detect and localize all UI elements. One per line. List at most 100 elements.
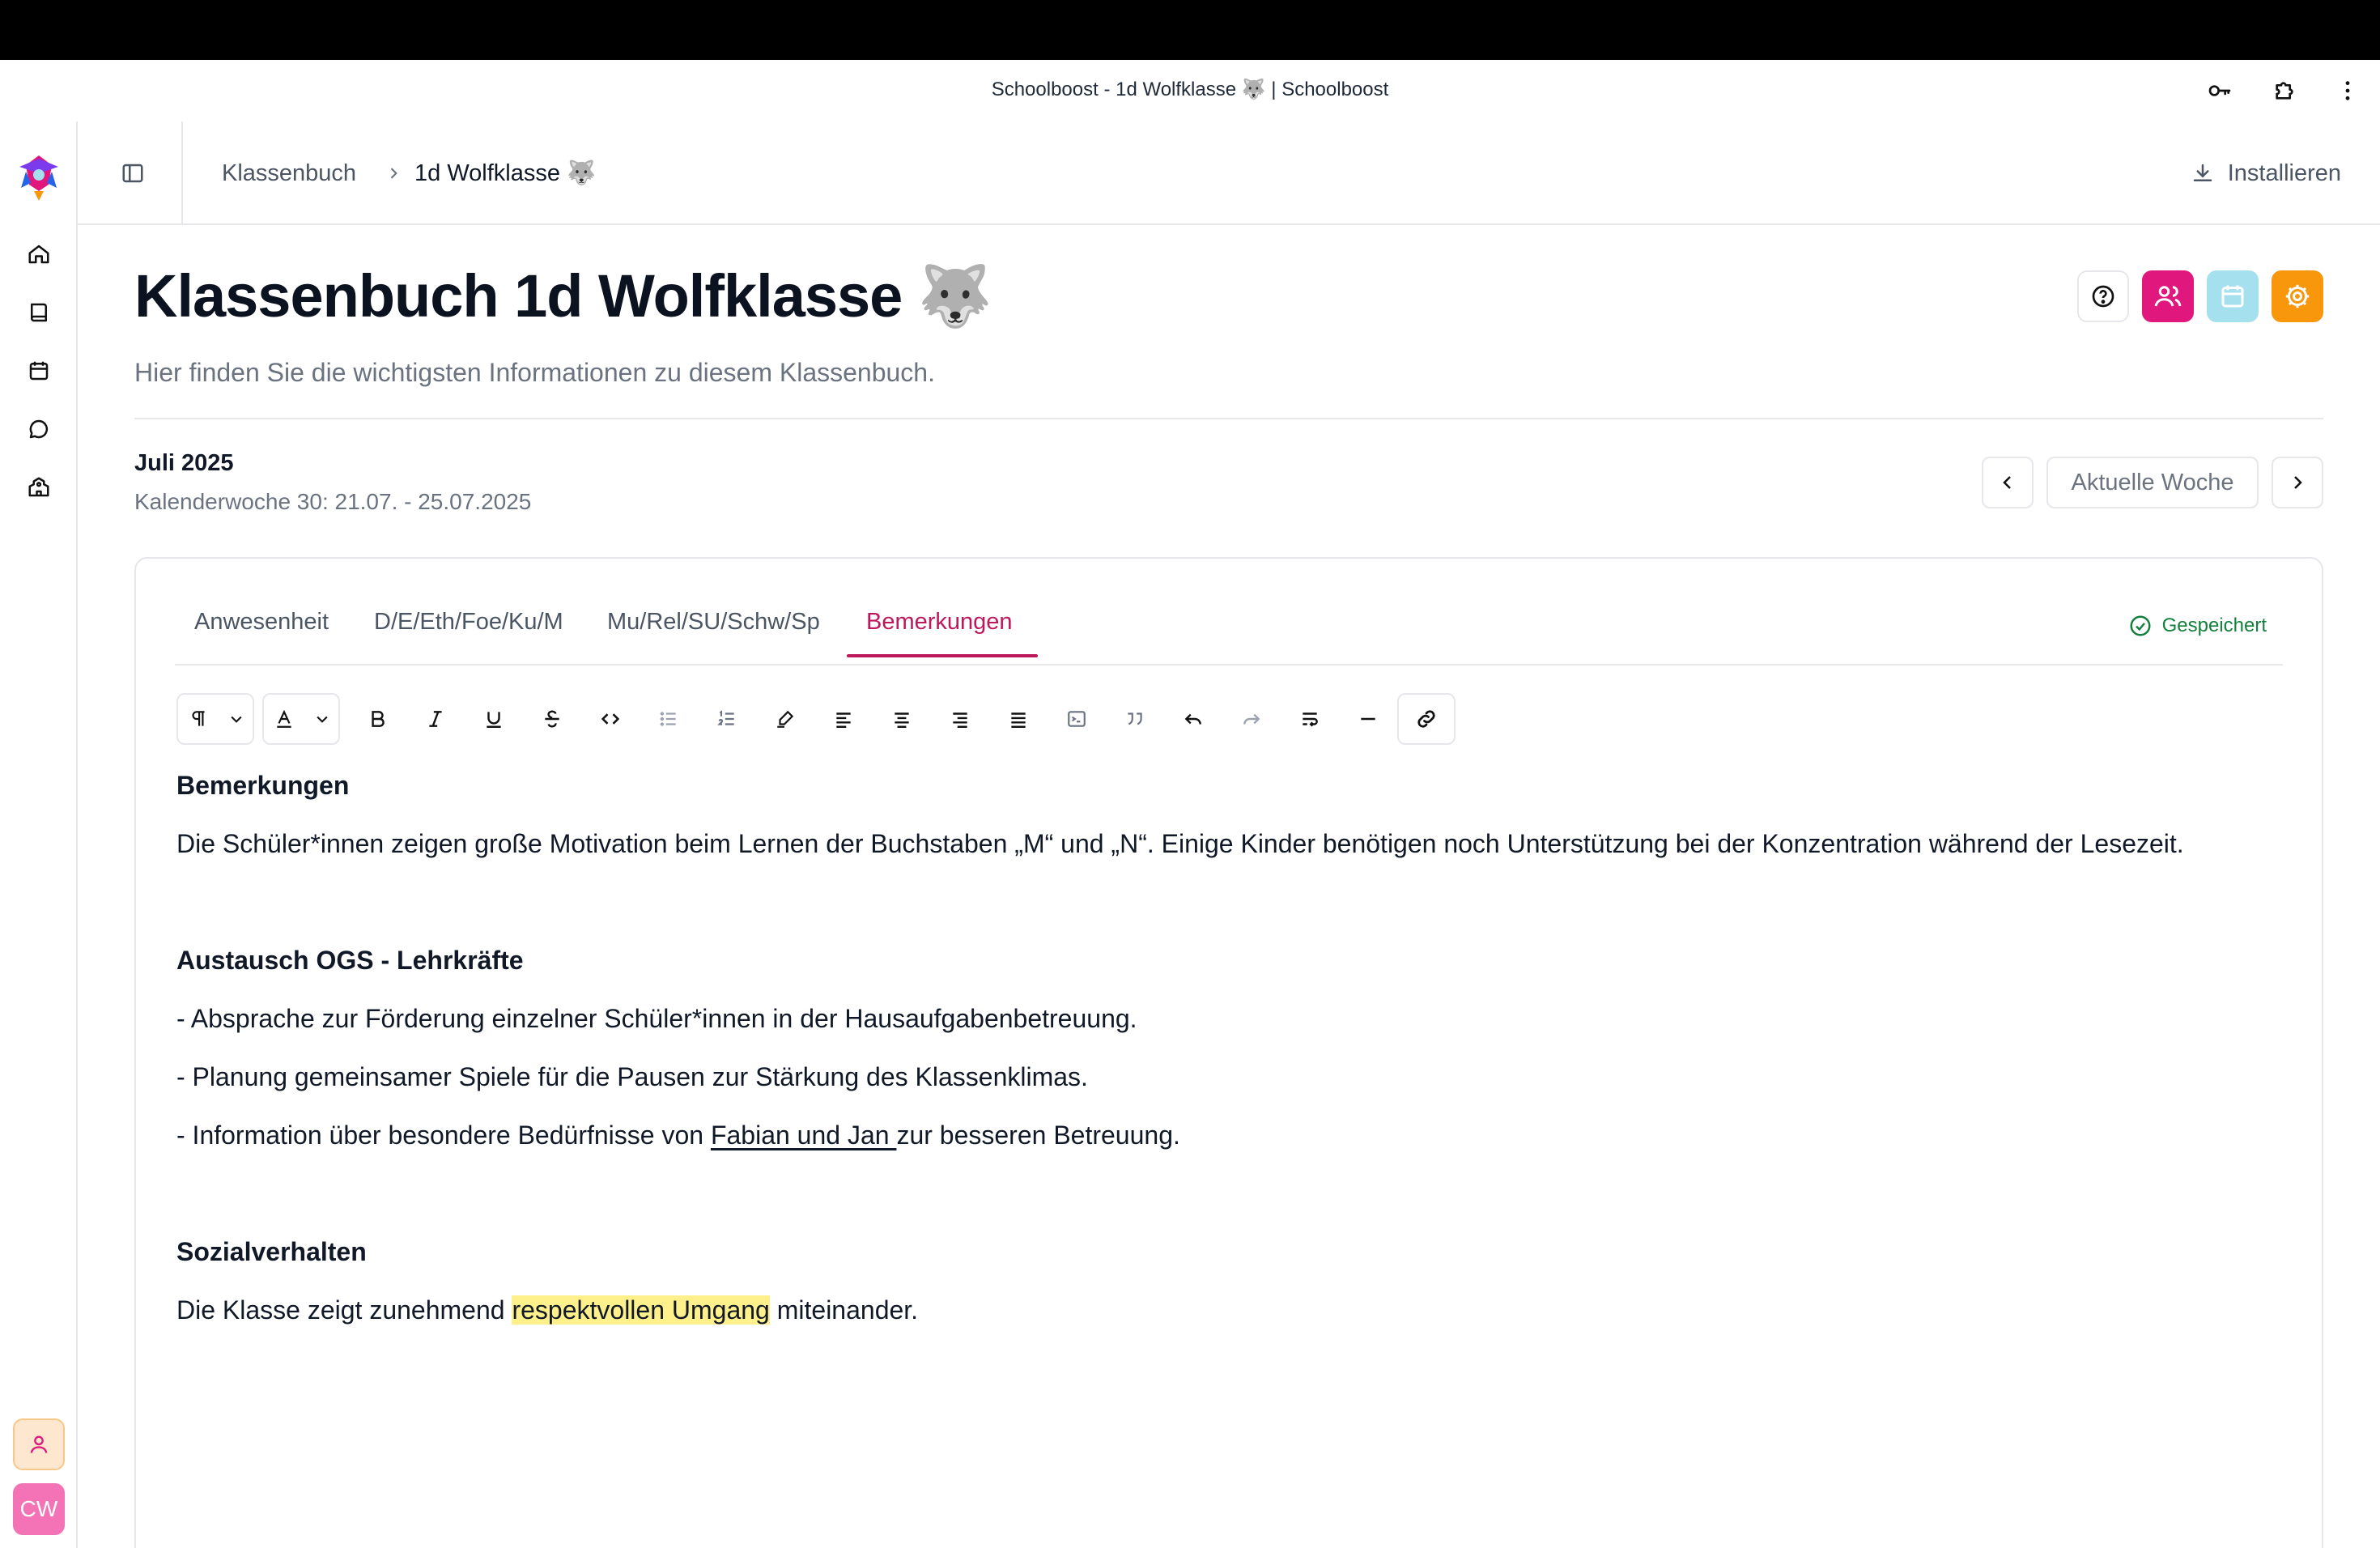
ordered-list-button[interactable] — [708, 700, 746, 738]
heading-remarks: Bemerkungen — [176, 771, 350, 800]
sidebar-item-classbook[interactable] — [23, 296, 55, 329]
sidebar-item-calendar[interactable] — [23, 355, 55, 387]
check-circle-icon — [2128, 614, 2153, 638]
bullet-list-icon — [658, 708, 679, 729]
chevron-down-icon — [228, 711, 244, 727]
install-button[interactable]: Installieren — [2191, 154, 2341, 193]
code-button[interactable] — [591, 700, 630, 738]
paragraph-social: Die Klasse zeigt zunehmend respektvollen… — [176, 1291, 2281, 1329]
key-icon[interactable] — [2204, 74, 2236, 107]
tabs-divider — [175, 664, 2283, 666]
redo-icon — [1241, 708, 1262, 729]
highlight-button[interactable] — [766, 700, 805, 738]
chevron-right-icon — [380, 160, 406, 186]
avatar[interactable]: CW — [13, 1483, 65, 1535]
paragraph-style-select[interactable] — [176, 693, 254, 745]
paragraph-icon — [188, 708, 209, 729]
sidebar-toggle-button[interactable] — [117, 157, 149, 189]
breadcrumb-current: 1d Wolfklasse 🐺 — [414, 160, 597, 186]
sidebar-item-messages[interactable] — [23, 413, 55, 445]
next-week-button[interactable] — [2272, 457, 2323, 508]
heading-ogs-exchange: Austausch OGS - Lehrkräfte — [176, 946, 524, 975]
tab-remarks[interactable]: Bemerkungen — [866, 602, 1013, 641]
sidebar-item-school[interactable] — [23, 471, 55, 504]
month-label: Juli 2025 — [134, 450, 234, 476]
undo-button[interactable] — [1174, 700, 1213, 738]
notes-card: Anwesenheit D/E/Eth/Foe/Ku/M Mu/Rel/SU/S… — [134, 557, 2323, 1548]
underline-icon — [483, 708, 504, 729]
chevron-down-icon — [314, 711, 330, 727]
align-center-icon — [891, 708, 912, 729]
align-left-button[interactable] — [824, 700, 863, 738]
help-button[interactable] — [2077, 270, 2129, 322]
link-button[interactable] — [1397, 693, 1456, 745]
redo-button[interactable] — [1232, 700, 1271, 738]
align-left-icon — [833, 708, 854, 729]
bold-button[interactable] — [358, 700, 397, 738]
current-week-button[interactable]: Aktuelle Woche — [2046, 457, 2259, 508]
italic-button[interactable] — [416, 700, 455, 738]
school-icon — [27, 475, 51, 500]
app-logo[interactable] — [16, 152, 62, 202]
code-block-button[interactable] — [1057, 700, 1096, 738]
align-center-button[interactable] — [882, 700, 921, 738]
strikethrough-icon — [542, 708, 563, 729]
sidebar: CW — [0, 121, 78, 1548]
tab-subjects-2[interactable]: Mu/Rel/SU/Schw/Sp — [607, 602, 820, 641]
page-title: Klassenbuch 1d Wolfklasse 🐺 — [134, 262, 992, 330]
calendar-button[interactable] — [2207, 270, 2259, 322]
quote-icon — [1124, 708, 1145, 729]
align-right-icon — [950, 708, 971, 729]
wrap-icon — [1299, 708, 1320, 729]
bullet-games: - Planung gemeinsamer Spiele für die Pau… — [176, 1062, 1088, 1091]
rich-text-editor[interactable]: Bemerkungen Die Schüler*innen zeigen gro… — [176, 766, 2281, 1329]
students-button[interactable] — [2142, 270, 2194, 322]
window-title: Schoolboost - 1d Wolfklasse 🐺 | Schoolbo… — [991, 79, 1389, 100]
profile-button[interactable] — [13, 1418, 65, 1470]
undo-icon — [1183, 708, 1204, 729]
users-icon — [2153, 282, 2182, 311]
quote-button[interactable] — [1116, 700, 1154, 738]
book-icon — [27, 300, 51, 325]
calendar-icon — [27, 359, 51, 383]
avatar-initials: CW — [19, 1496, 58, 1521]
bullet-list-button[interactable] — [649, 700, 688, 738]
download-icon — [2191, 161, 2215, 185]
help-circle-icon — [2090, 283, 2116, 309]
gear-icon — [2283, 282, 2312, 311]
heading-divider — [134, 418, 2323, 419]
previous-week-button[interactable] — [1982, 457, 2034, 508]
os-top-bar — [0, 0, 2380, 60]
strikethrough-button[interactable] — [533, 700, 572, 738]
social-text-post: miteinander. — [769, 1295, 919, 1325]
text-color-select[interactable] — [262, 693, 340, 745]
ordered-list-icon — [716, 708, 737, 729]
chevron-left-icon — [1998, 473, 2017, 492]
code-icon — [599, 708, 622, 730]
tab-subjects-1[interactable]: D/E/Eth/Foe/Ku/M — [374, 602, 563, 641]
bullet-homework: - Absprache zur Förderung einzelner Schü… — [176, 1004, 1137, 1033]
horizontal-rule-button[interactable] — [1349, 700, 1388, 738]
highlighted-text: respektvollen Umgang — [512, 1295, 770, 1325]
install-label: Installieren — [2227, 159, 2341, 186]
extension-icon[interactable] — [2268, 74, 2301, 107]
underline-button[interactable] — [474, 700, 513, 738]
heading-social: Sozialverhalten — [176, 1237, 367, 1266]
more-menu-icon[interactable] — [2331, 74, 2364, 107]
highlight-icon — [775, 708, 796, 729]
wrap-button[interactable] — [1290, 700, 1329, 738]
header-divider — [181, 121, 183, 223]
home-icon — [27, 242, 51, 266]
page-subtitle: Hier finden Sie die wichtigsten Informat… — [134, 358, 935, 387]
bullet-needs: - Information über besondere Bedürfnisse… — [176, 1116, 2281, 1155]
student-link[interactable]: Fabian und Jan — [711, 1121, 897, 1150]
settings-button[interactable] — [2272, 270, 2323, 322]
align-justify-button[interactable] — [999, 700, 1038, 738]
breadcrumb-classbook[interactable]: Klassenbuch — [222, 157, 356, 189]
align-right-button[interactable] — [941, 700, 980, 738]
sidebar-item-home[interactable] — [23, 238, 55, 270]
tab-attendance[interactable]: Anwesenheit — [194, 602, 329, 641]
user-icon — [28, 1433, 50, 1456]
calendar-icon — [2218, 282, 2247, 311]
horizontal-rule-icon — [1358, 708, 1379, 729]
